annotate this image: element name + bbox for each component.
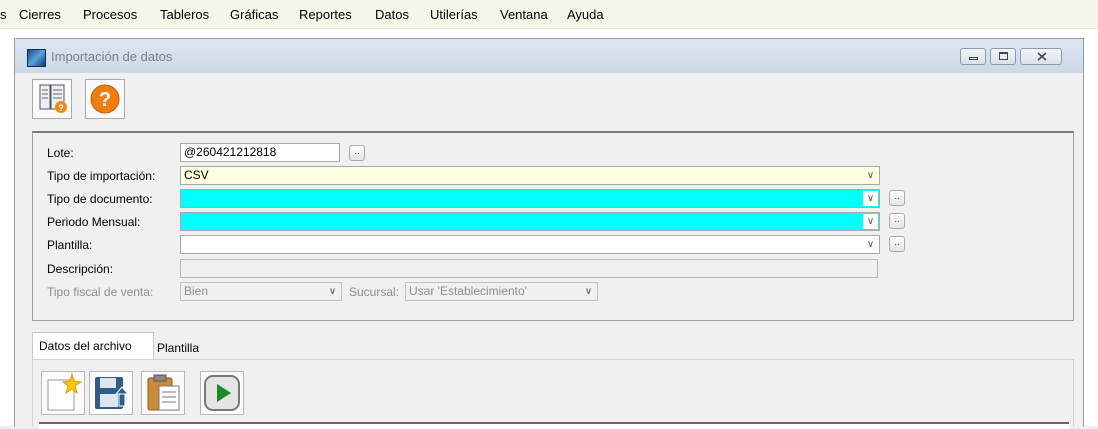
tab-content xyxy=(32,359,1074,427)
tipo-importacion-select[interactable]: CSV ∨ xyxy=(180,166,880,185)
menu-datos[interactable]: Datos xyxy=(375,7,409,22)
tipo-documento-select[interactable]: ∨ xyxy=(180,189,880,208)
save-icon xyxy=(95,377,130,409)
chevron-down-icon: ∨ xyxy=(866,239,875,250)
import-window: Importación de datos ? ? Lote: @26042121… xyxy=(14,38,1084,429)
menu-procesos[interactable]: Procesos xyxy=(83,7,137,22)
periodo-label: Periodo Mensual: xyxy=(47,215,141,229)
tipo-fiscal-value: Bien xyxy=(184,284,209,298)
lote-label: Lote: xyxy=(47,146,74,160)
tipo-importacion-value: CSV xyxy=(184,168,209,182)
menu-reportes[interactable]: Reportes xyxy=(299,7,352,22)
chevron-down-icon: ∨ xyxy=(863,191,878,206)
new-button[interactable] xyxy=(41,371,85,415)
minimize-icon xyxy=(969,57,978,60)
paste-button[interactable] xyxy=(141,371,185,415)
tab-plantilla-label: Plantilla xyxy=(157,341,200,355)
periodo-select[interactable]: ∨ xyxy=(180,212,880,231)
tab-datos-archivo[interactable]: Datos del archivo xyxy=(32,332,154,360)
paste-icon xyxy=(147,374,180,411)
report-button[interactable]: ? xyxy=(32,79,72,119)
menu-item-partial[interactable]: s xyxy=(0,7,7,22)
plantilla-select[interactable]: ∨ xyxy=(180,235,880,254)
run-button[interactable] xyxy=(200,371,244,415)
restore-icon xyxy=(999,52,1008,60)
chevron-down-icon: ∨ xyxy=(863,214,878,229)
menu-utilerias[interactable]: Utilerías xyxy=(430,7,478,22)
descripcion-label: Descripción: xyxy=(47,262,114,276)
help-button[interactable]: ? xyxy=(85,79,125,119)
plantilla-browse-button[interactable]: .. xyxy=(889,236,905,252)
tipo-fiscal-label: Tipo fiscal de venta: xyxy=(47,285,154,299)
chevron-down-icon: ∨ xyxy=(866,170,875,181)
close-button[interactable] xyxy=(1020,48,1062,65)
minimize-button[interactable] xyxy=(960,48,986,65)
lote-browse-button[interactable]: .. xyxy=(349,145,365,161)
sucursal-value: Usar 'Establecimiento' xyxy=(409,284,527,298)
menu-graficas[interactable]: Gráficas xyxy=(230,7,278,22)
menu-cierres[interactable]: Cierres xyxy=(19,7,61,22)
menu-ventana[interactable]: Ventana xyxy=(500,7,548,22)
svg-text:?: ? xyxy=(99,89,111,111)
window-title: Importación de datos xyxy=(51,49,173,64)
save-button[interactable] xyxy=(89,371,133,415)
lote-field[interactable]: @260421212818 xyxy=(180,143,340,162)
tipo-documento-browse-button[interactable]: .. xyxy=(889,190,905,206)
menu-bar: s Cierres Procesos Tableros Gráficas Rep… xyxy=(0,0,1098,29)
tipo-documento-label: Tipo de documento: xyxy=(47,192,153,206)
restore-button[interactable] xyxy=(990,48,1016,65)
lote-value: @260421212818 xyxy=(184,145,277,159)
tab-datos-archivo-label: Datos del archivo xyxy=(39,339,132,353)
menu-ayuda[interactable]: Ayuda xyxy=(567,7,604,22)
report-icon: ? xyxy=(39,84,67,113)
plantilla-label: Plantilla: xyxy=(47,238,93,252)
window-titlebar[interactable]: Importación de datos xyxy=(15,39,1083,73)
tipo-importacion-label: Tipo de importación: xyxy=(47,169,156,183)
close-icon xyxy=(1037,52,1047,61)
app-icon xyxy=(27,49,46,67)
svg-text:?: ? xyxy=(58,103,64,113)
menu-tableros[interactable]: Tableros xyxy=(160,7,209,22)
parameters-panel: Lote: @260421212818 .. Tipo de importaci… xyxy=(32,131,1074,321)
tab-plantilla[interactable]: Plantilla xyxy=(154,336,212,359)
play-icon xyxy=(204,375,240,411)
new-icon xyxy=(47,372,83,411)
help-icon: ? xyxy=(90,84,120,114)
chevron-down-icon: ∨ xyxy=(328,286,337,297)
sucursal-select[interactable]: Usar 'Establecimiento' ∨ xyxy=(405,282,598,301)
sucursal-label: Sucursal: xyxy=(349,285,400,299)
tipo-fiscal-select[interactable]: Bien ∨ xyxy=(180,282,342,301)
periodo-browse-button[interactable]: .. xyxy=(889,213,905,229)
chevron-down-icon: ∨ xyxy=(584,286,593,297)
descripcion-field[interactable] xyxy=(180,259,878,278)
